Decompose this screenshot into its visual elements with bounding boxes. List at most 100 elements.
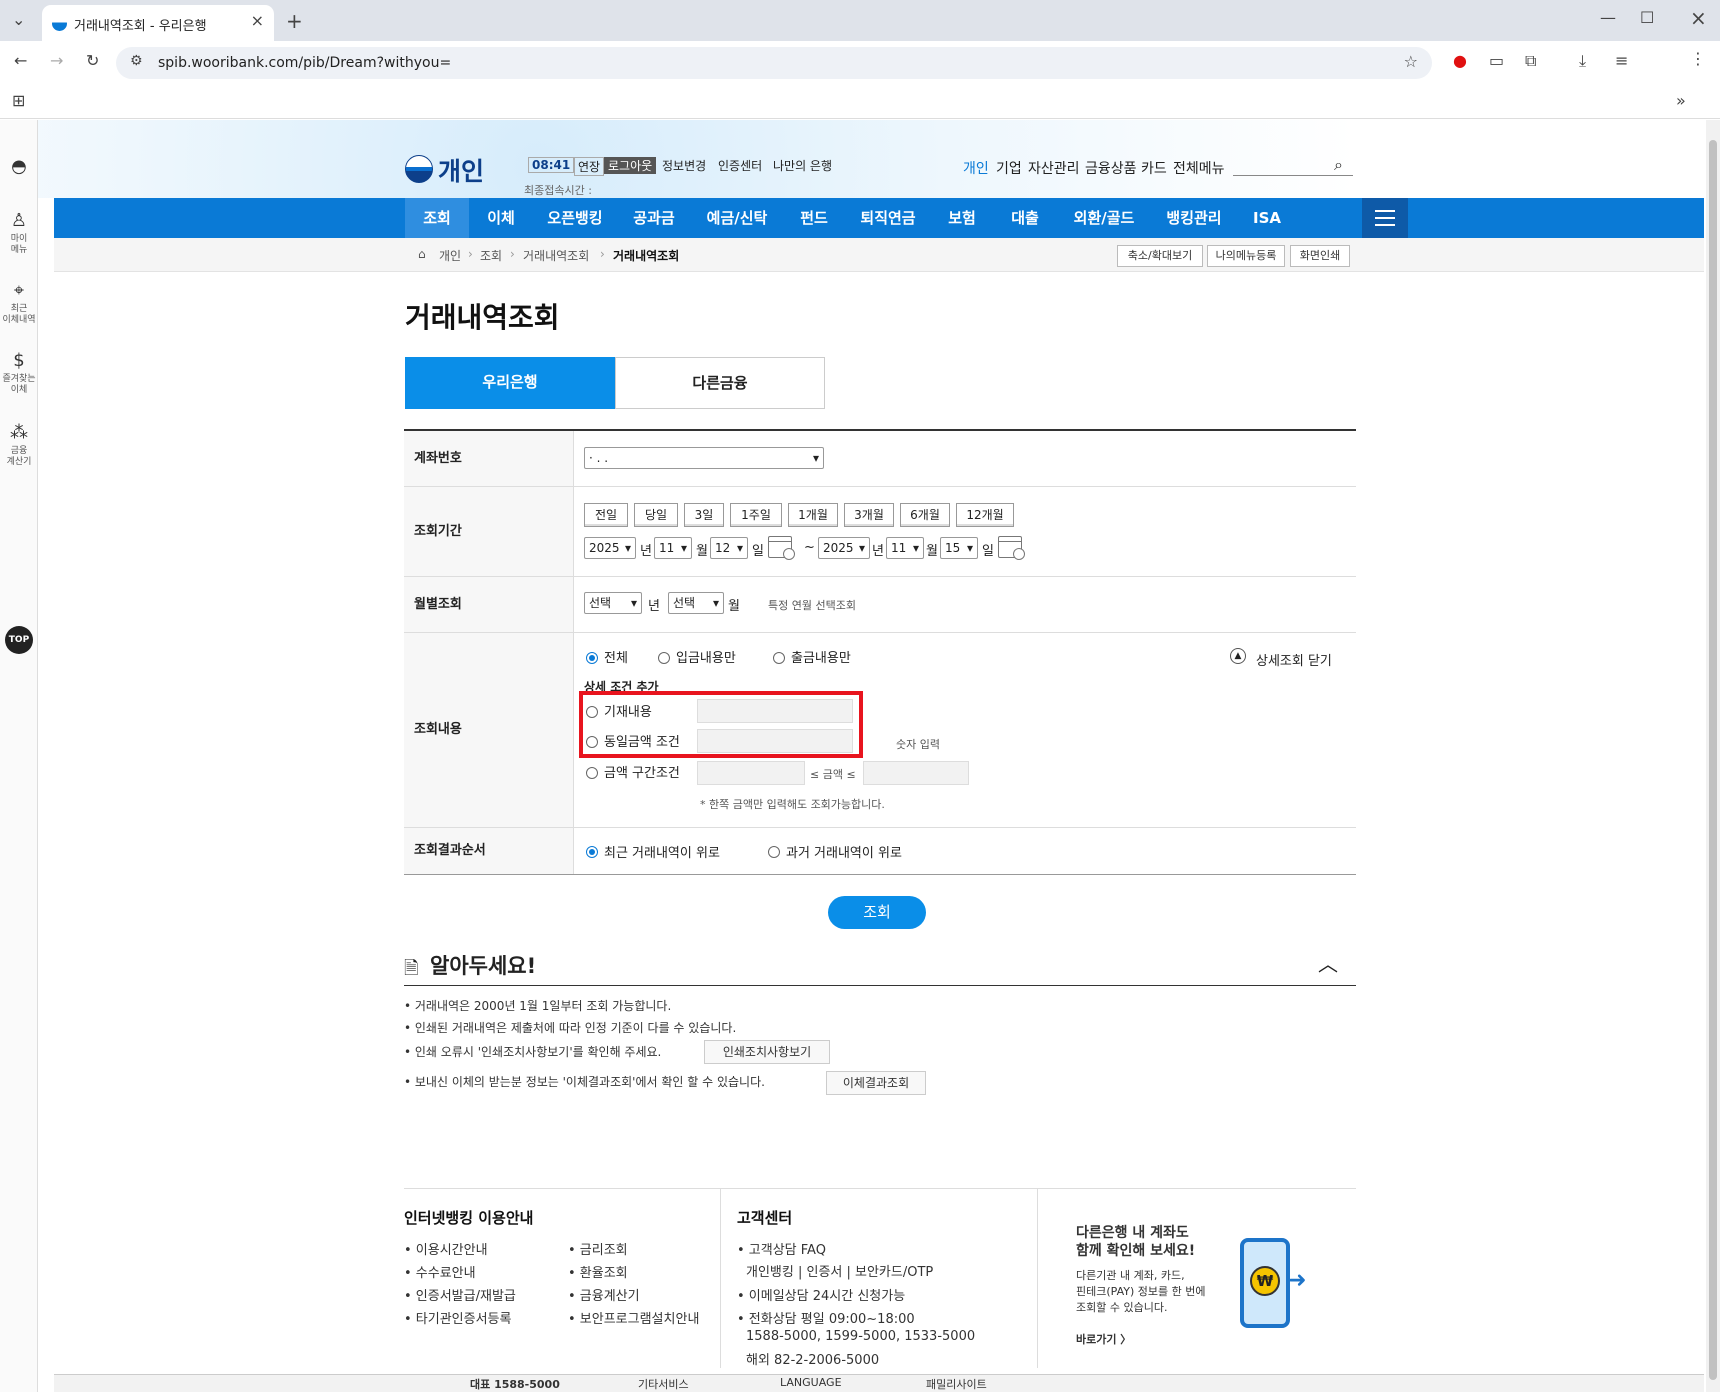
- home-icon[interactable]: ⌂: [418, 247, 426, 261]
- url-field[interactable]: ⚙ spib.wooribank.com/pib/Dream?withyou= …: [116, 47, 1432, 79]
- order-recent-radio[interactable]: [586, 846, 598, 858]
- nav-insurance[interactable]: 보험: [931, 198, 993, 238]
- bottom-language[interactable]: LANGUAGE: [780, 1376, 842, 1389]
- guide-link[interactable]: • 인증서발급/재발급: [404, 1285, 516, 1304]
- period-3month-button[interactable]: 3개월: [844, 503, 894, 527]
- guide-link[interactable]: • 수수료안내: [404, 1262, 476, 1281]
- close-window-icon[interactable]: ×: [1690, 6, 1707, 30]
- bookmark-star-icon[interactable]: ☆: [1404, 52, 1418, 71]
- period-today-button[interactable]: 당일: [634, 503, 678, 527]
- topnav-asset[interactable]: 자산관리: [1028, 158, 1080, 178]
- link-info-change[interactable]: 정보변경: [662, 157, 706, 174]
- guide-link[interactable]: • 타기관인증서등록: [404, 1308, 511, 1327]
- scrollbar-thumb[interactable]: [1709, 140, 1717, 1380]
- header-search-input[interactable]: [1233, 175, 1353, 176]
- guide-link[interactable]: • 이용시간안내: [404, 1239, 488, 1258]
- apps-grid-icon[interactable]: ⊞: [12, 91, 25, 110]
- rail-recent-transfer[interactable]: ⌖ 최근 이체내역: [0, 280, 38, 326]
- search-icon[interactable]: ⌕: [1334, 155, 1343, 175]
- topnav-card[interactable]: 카드: [1141, 158, 1167, 178]
- period-1month-button[interactable]: 1개월: [788, 503, 838, 527]
- bottom-other-services[interactable]: 기타서비스: [638, 1376, 689, 1392]
- order-past-radio[interactable]: [768, 846, 780, 858]
- content-withdraw-radio[interactable]: [773, 652, 785, 664]
- breadcrumb-item[interactable]: 조회: [480, 247, 502, 264]
- minimize-icon[interactable]: —: [1600, 8, 1616, 27]
- range-min-input[interactable]: [697, 761, 805, 785]
- guide-link[interactable]: • 보안프로그램설치안내: [568, 1308, 699, 1327]
- new-tab-icon[interactable]: +: [286, 9, 303, 33]
- nav-inquiry[interactable]: 조회: [405, 198, 469, 238]
- nav-pension[interactable]: 퇴직연금: [845, 198, 931, 238]
- search-submit-button[interactable]: 조회: [828, 896, 926, 929]
- period-6month-button[interactable]: 6개월: [900, 503, 950, 527]
- range-max-input[interactable]: [863, 761, 969, 785]
- browser-tab[interactable]: 거래내역조회 - 우리은행 ×: [42, 5, 274, 41]
- from-month-select[interactable]: 11: [654, 537, 692, 559]
- bottom-family-site[interactable]: 패밀리사이트: [926, 1376, 987, 1392]
- cs-item[interactable]: 개인뱅킹 | 인증서 | 보안카드/OTP: [746, 1261, 933, 1280]
- to-day-select[interactable]: 15: [940, 537, 978, 559]
- cs-item[interactable]: • 고객상담 FAQ: [737, 1239, 826, 1258]
- nav-open-banking[interactable]: 오픈뱅킹: [533, 198, 617, 238]
- menu-kebab-icon[interactable]: ⋮: [1690, 49, 1706, 68]
- from-day-select[interactable]: 12: [710, 537, 748, 559]
- nav-deposit[interactable]: 예금/신탁: [691, 198, 783, 238]
- to-calendar-icon[interactable]: [998, 536, 1025, 560]
- period-3day-button[interactable]: 3일: [684, 503, 724, 527]
- extend-button[interactable]: 연장: [574, 157, 605, 176]
- top-button[interactable]: TOP: [5, 626, 33, 654]
- monthly-month-select[interactable]: 선택: [668, 592, 724, 614]
- print-screen-button[interactable]: 화면인쇄: [1290, 245, 1350, 267]
- nav-loan[interactable]: 대출: [993, 198, 1057, 238]
- bookmarks-overflow-icon[interactable]: »: [1676, 91, 1686, 110]
- guide-link[interactable]: • 환율조회: [568, 1262, 628, 1281]
- site-info-icon[interactable]: ⚙: [130, 53, 143, 69]
- link-my-bank[interactable]: 나만의 은행: [773, 157, 832, 174]
- close-tab-icon[interactable]: ×: [251, 11, 264, 30]
- guide-link[interactable]: • 금리조회: [568, 1239, 628, 1258]
- nav-utility[interactable]: 공과금: [617, 198, 691, 238]
- from-calendar-icon[interactable]: [768, 536, 795, 560]
- topnav-products[interactable]: 금융상품: [1085, 158, 1137, 178]
- cs-item[interactable]: • 이메일상담 24시간 신청가능: [737, 1285, 905, 1304]
- logo-text[interactable]: 개인: [438, 152, 484, 188]
- to-year-select[interactable]: 2025: [818, 537, 870, 559]
- link-cert-center[interactable]: 인증센터: [718, 157, 762, 174]
- forward-icon[interactable]: →: [50, 51, 63, 70]
- monthly-year-select[interactable]: 선택: [584, 592, 642, 614]
- zoom-button[interactable]: 축소/확대보기: [1117, 245, 1203, 267]
- my-menu-register-button[interactable]: 나의메뉴등록: [1207, 245, 1285, 267]
- topnav-personal[interactable]: 개인: [963, 158, 989, 178]
- download-icon[interactable]: ⤓: [1579, 51, 1586, 71]
- nav-banking-admin[interactable]: 뱅킹관리: [1151, 198, 1237, 238]
- nav-fx-gold[interactable]: 외환/골드: [1057, 198, 1151, 238]
- rail-my-menu[interactable]: ♙ 마이 메뉴: [0, 210, 38, 256]
- content-deposit-radio[interactable]: [658, 652, 670, 664]
- page-scrollbar[interactable]: [1706, 120, 1720, 1392]
- breadcrumb-item[interactable]: 거래내역조회: [523, 247, 589, 264]
- bottom-tel[interactable]: 대표 1588-5000: [470, 1376, 560, 1392]
- detail-range-radio[interactable]: [586, 767, 598, 779]
- rail-favorite-transfer[interactable]: $ 즐겨찾는 이체: [0, 350, 38, 396]
- rail-calculator[interactable]: ⁂ 금융 계산기: [0, 422, 38, 468]
- media-icon[interactable]: ≡: [1615, 51, 1628, 70]
- to-month-select[interactable]: 11: [886, 537, 924, 559]
- detail-toggle-link[interactable]: 상세조회 닫기: [1256, 650, 1332, 669]
- opera-icon[interactable]: ●: [1453, 51, 1467, 70]
- nav-isa[interactable]: ISA: [1237, 198, 1297, 238]
- nav-transfer[interactable]: 이체: [469, 198, 533, 238]
- tab-woori-bank[interactable]: 우리은행: [405, 357, 615, 409]
- logout-button[interactable]: 로그아웃: [604, 157, 657, 174]
- cast-icon[interactable]: ▭: [1489, 51, 1504, 70]
- content-all-radio[interactable]: [586, 652, 598, 664]
- extensions-icon[interactable]: ⧉: [1525, 51, 1536, 71]
- maximize-icon[interactable]: ☐: [1640, 8, 1654, 27]
- nav-fund[interactable]: 펀드: [783, 198, 845, 238]
- breadcrumb-item[interactable]: 개인: [439, 247, 461, 264]
- reload-icon[interactable]: ↻: [86, 51, 99, 70]
- period-12month-button[interactable]: 12개월: [956, 503, 1014, 527]
- topnav-all-menu[interactable]: 전체메뉴: [1173, 158, 1225, 178]
- account-select[interactable]: · . .: [584, 447, 824, 469]
- promo-link[interactable]: 바로가기 〉: [1076, 1331, 1131, 1347]
